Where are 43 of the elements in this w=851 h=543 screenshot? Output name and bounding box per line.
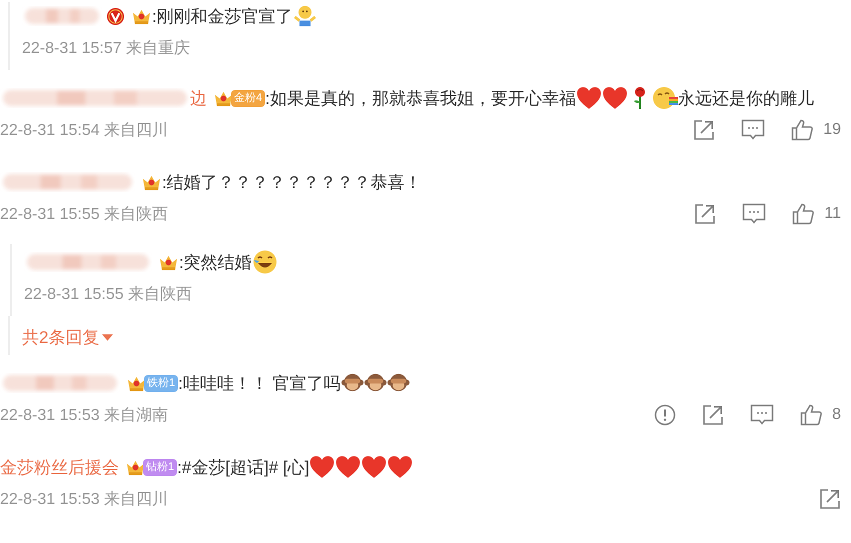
share-icon[interactable] xyxy=(694,203,716,225)
shrugging-figure-icon xyxy=(292,4,317,28)
heart-icon xyxy=(576,86,602,110)
username[interactable]: 金莎粉丝后援会 xyxy=(0,456,119,478)
comment-text: :结婚了？？？？？？？？？恭喜！ xyxy=(162,172,422,194)
comment-text: :#金莎[超话]# [心] xyxy=(177,456,310,478)
more-replies-link[interactable]: 共2条回复 xyxy=(22,326,114,349)
thumbs-up-icon[interactable] xyxy=(791,119,814,141)
username[interactable]: 边 xyxy=(190,86,207,110)
comment-text: 永远还是你的雕儿 xyxy=(678,88,814,110)
comment-icon[interactable] xyxy=(750,404,774,426)
report-icon[interactable] xyxy=(654,404,676,426)
heart-icon xyxy=(361,455,388,479)
comment-icon[interactable] xyxy=(742,203,766,225)
heart-icon xyxy=(309,455,336,479)
fan-badge: 金粉4 xyxy=(231,90,266,106)
heart-icon xyxy=(602,86,628,110)
timestamp: 22-8-31 15:53 来自湖南 xyxy=(0,406,168,426)
timestamp: 22-8-31 15:55 来自陕西 xyxy=(24,284,192,304)
share-icon[interactable] xyxy=(819,488,841,510)
laughing-face-icon xyxy=(252,249,278,275)
timestamp: 22-8-31 15:57 来自重庆 xyxy=(22,38,190,58)
kissing-face-icon xyxy=(652,85,678,111)
comment-text: :刚刚和金莎官宣了 xyxy=(152,6,293,28)
share-icon[interactable] xyxy=(693,119,716,141)
comment-text: :如果是真的，那就恭喜我姐，要开心幸福 xyxy=(265,88,576,110)
like-count: 19 xyxy=(823,121,841,139)
like-count: 11 xyxy=(824,205,841,223)
timestamp: 22-8-31 15:54 来自四川 xyxy=(0,120,168,140)
fan-badge: 钻粉1 xyxy=(143,458,178,476)
caret-icon xyxy=(102,334,114,341)
fan-badge: 铁粉1 xyxy=(144,374,178,392)
comment-text: :突然结婚 xyxy=(179,252,252,274)
comment-icon[interactable] xyxy=(741,119,766,141)
heart-icon xyxy=(387,455,414,479)
timestamp: 22-8-31 15:55 来自陕西 xyxy=(0,204,168,224)
thumbs-up-icon[interactable] xyxy=(792,203,814,225)
heart-icon xyxy=(335,455,362,479)
timestamp: 22-8-31 15:53 来自四川 xyxy=(0,490,168,510)
comment-text: :哇哇哇！！ 官宣了吗 xyxy=(178,372,341,394)
thumbs-up-icon[interactable] xyxy=(800,404,822,426)
share-icon[interactable] xyxy=(702,404,724,426)
like-count: 8 xyxy=(832,406,841,424)
